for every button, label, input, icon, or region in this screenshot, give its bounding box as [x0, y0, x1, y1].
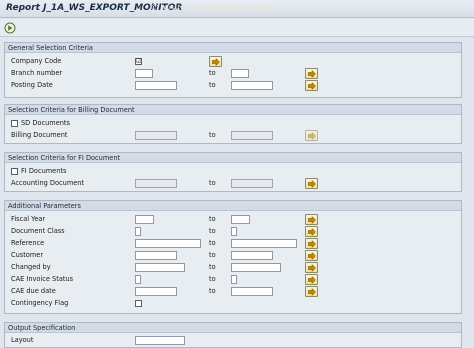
changed-by-from-input[interactable]	[135, 263, 185, 272]
arrow-right-icon	[212, 58, 220, 66]
additional-parameters-group: Additional Parameters Fiscal Year to Doc…	[4, 200, 462, 314]
customer-multiselect-button[interactable]	[305, 250, 318, 261]
billing-document-multiselect-button[interactable]	[305, 130, 318, 141]
watermark: © www.tutorialkart.com	[150, 3, 272, 14]
billing-document-to-input[interactable]	[231, 131, 273, 140]
changed-by-label: Changed by	[11, 263, 51, 271]
reference-label: Reference	[11, 239, 45, 247]
billing-document-from-input[interactable]	[135, 131, 177, 140]
document-class-label: Document Class	[11, 227, 65, 235]
changed-by-to-input[interactable]	[231, 263, 281, 272]
branch-number-to-input[interactable]	[231, 69, 249, 78]
billing-document-title: Selection Criteria for Billing Document	[5, 105, 461, 115]
arrow-right-icon	[308, 132, 316, 140]
contingency-flag-checkbox[interactable]	[135, 300, 142, 307]
cae-invoice-status-label: CAE Invoice Status	[11, 275, 74, 283]
company-code-label: Company Code	[11, 57, 62, 65]
posting-date-multiselect-button[interactable]	[305, 80, 318, 91]
execute-icon[interactable]	[4, 22, 16, 34]
fiscal-year-multiselect-button[interactable]	[305, 214, 318, 225]
arrow-right-icon	[308, 264, 316, 272]
posting-date-label: Posting Date	[11, 81, 53, 89]
changed-by-multiselect-button[interactable]	[305, 262, 318, 273]
branch-number-multiselect-button[interactable]	[305, 68, 318, 79]
cae-due-date-from-input[interactable]	[135, 287, 177, 296]
document-class-to-input[interactable]	[231, 227, 237, 236]
accounting-document-label: Accounting Document	[11, 179, 85, 187]
billing-document-group: Selection Criteria for Billing Document …	[4, 104, 462, 144]
title-bar: Report J_1A_WS_EXPORT_MONITOR © www.tuto…	[0, 0, 474, 18]
cae-due-date-multiselect-button[interactable]	[305, 286, 318, 297]
document-class-from-input[interactable]	[135, 227, 141, 236]
accounting-document-to-input[interactable]	[231, 179, 273, 188]
posting-date-to-input[interactable]	[231, 81, 273, 90]
fiscal-year-to-label: to	[209, 215, 216, 223]
output-specification-title: Output Specification	[5, 323, 461, 333]
company-code-checkbox[interactable]: ☑	[135, 58, 142, 65]
arrow-right-icon	[308, 228, 316, 236]
layout-label: Layout	[11, 336, 34, 344]
document-class-multiselect-button[interactable]	[305, 226, 318, 237]
customer-label: Customer	[11, 251, 44, 259]
accounting-document-from-input[interactable]	[135, 179, 177, 188]
branch-number-from-input[interactable]	[135, 69, 153, 78]
cae-invoice-status-from-input[interactable]	[135, 275, 141, 284]
reference-multiselect-button[interactable]	[305, 238, 318, 249]
sd-documents-label: SD Documents	[21, 119, 70, 127]
fiscal-year-to-input[interactable]	[231, 215, 250, 224]
cae-due-date-to-label: to	[209, 287, 216, 295]
branch-number-label: Branch number	[11, 69, 63, 77]
customer-to-input[interactable]	[231, 251, 273, 260]
arrow-right-icon	[308, 70, 316, 78]
changed-by-to-label: to	[209, 263, 216, 271]
fiscal-year-label: Fiscal Year	[11, 215, 46, 223]
fi-documents-label: FI Documents	[21, 167, 67, 175]
posting-date-to-label: to	[209, 81, 216, 89]
arrow-right-icon	[308, 276, 316, 284]
accounting-document-multiselect-button[interactable]	[305, 178, 318, 189]
fi-document-group: Selection Criteria for FI Document FI Do…	[4, 152, 462, 192]
contingency-flag-label: Contingency Flag	[11, 299, 69, 307]
additional-parameters-title: Additional Parameters	[5, 201, 461, 211]
arrow-right-icon	[308, 82, 316, 90]
application-toolbar	[0, 19, 474, 37]
arrow-right-icon	[308, 288, 316, 296]
billing-document-label: Billing Document	[11, 131, 68, 139]
cae-due-date-label: CAE due date	[11, 287, 56, 295]
arrow-right-icon	[308, 252, 316, 260]
fiscal-year-from-input[interactable]	[135, 215, 154, 224]
fi-document-title: Selection Criteria for FI Document	[5, 153, 461, 163]
reference-to-label: to	[209, 239, 216, 247]
general-selection-group: General Selection Criteria Company Code …	[4, 42, 462, 98]
layout-input[interactable]	[135, 336, 185, 345]
posting-date-from-input[interactable]	[135, 81, 177, 90]
customer-to-label: to	[209, 251, 216, 259]
document-class-to-label: to	[209, 227, 216, 235]
reference-to-input[interactable]	[231, 239, 297, 248]
output-specification-group: Output Specification Layout	[4, 322, 462, 348]
arrow-right-icon	[308, 240, 316, 248]
sd-documents-checkbox[interactable]	[11, 120, 18, 127]
branch-number-to-label: to	[209, 69, 216, 77]
general-selection-title: General Selection Criteria	[5, 43, 461, 53]
arrow-right-icon	[308, 180, 316, 188]
arrow-right-icon	[308, 216, 316, 224]
cae-invoice-status-multiselect-button[interactable]	[305, 274, 318, 285]
company-code-multiselect-button[interactable]	[209, 56, 222, 67]
fi-documents-checkbox[interactable]	[11, 168, 18, 175]
cae-invoice-status-to-label: to	[209, 275, 216, 283]
accounting-document-to-label: to	[209, 179, 216, 187]
cae-due-date-to-input[interactable]	[231, 287, 273, 296]
reference-from-input[interactable]	[135, 239, 201, 248]
customer-from-input[interactable]	[135, 251, 177, 260]
cae-invoice-status-to-input[interactable]	[231, 275, 237, 284]
billing-document-to-label: to	[209, 131, 216, 139]
